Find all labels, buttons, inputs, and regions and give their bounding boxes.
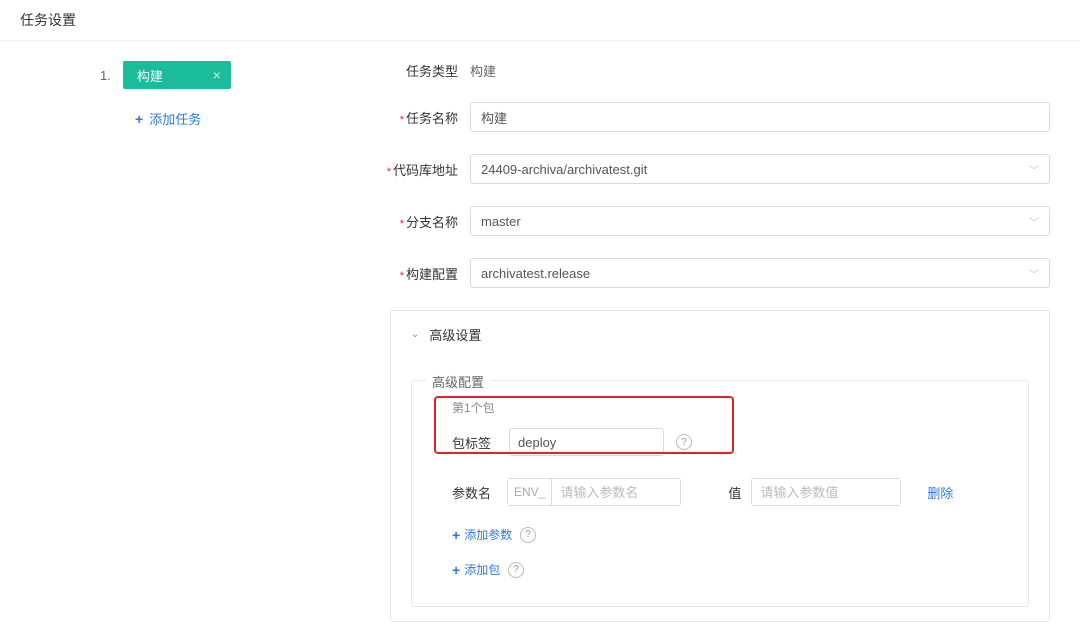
advanced-config-box: 高级配置 第1个包 包标签 ? 参数名 ENV_ 值 删除 (411, 380, 1029, 607)
branch-value: master (481, 214, 521, 229)
label-branch: *分支名称 (340, 212, 470, 231)
param-value-input[interactable] (751, 478, 901, 506)
row-repo: *代码库地址 24409-archiva/archivatest.git ﹀ (340, 154, 1050, 184)
delete-param-button[interactable]: 删除 (927, 483, 953, 502)
advanced-settings-section: ⌄ 高级设置 高级配置 第1个包 包标签 ? 参数名 ENV_ (390, 310, 1050, 622)
help-icon[interactable]: ? (520, 527, 536, 543)
add-package-button[interactable]: + 添加包 (452, 561, 500, 578)
label-param-value: 值 (721, 483, 741, 502)
sidebar: 1. 构建 × + 添加任务 (0, 61, 340, 622)
label-task-name: *任务名称 (340, 108, 470, 127)
param-row: 参数名 ENV_ 值 删除 (452, 478, 1008, 506)
package-index-label: 第1个包 (452, 399, 1008, 416)
label-task-type: 任务类型 (340, 61, 470, 80)
build-config-value: archivatest.release (481, 266, 590, 281)
label-repo: *代码库地址 (340, 160, 470, 179)
row-task-name: *任务名称 (340, 102, 1050, 132)
row-task-type: 任务类型 构建 (340, 61, 1050, 80)
row-branch: *分支名称 master ﹀ (340, 206, 1050, 236)
plus-icon: + (452, 562, 460, 578)
param-name-input-group: ENV_ (507, 478, 681, 506)
build-config-select[interactable]: archivatest.release ﹀ (470, 258, 1050, 288)
advanced-title: 高级设置 (429, 325, 481, 344)
branch-select[interactable]: master ﹀ (470, 206, 1050, 236)
package-tag-row: 包标签 ? (452, 428, 1008, 456)
plus-icon: + (135, 111, 143, 127)
value-task-type: 构建 (470, 61, 496, 80)
content: 1. 构建 × + 添加任务 任务类型 构建 *任务名称 *代码库地址 2440… (0, 41, 1080, 642)
task-name-input[interactable] (470, 102, 1050, 132)
step-chip-label: 构建 (137, 66, 193, 85)
help-icon[interactable]: ? (508, 562, 524, 578)
step-number: 1. (100, 68, 111, 83)
plus-icon: + (452, 527, 460, 543)
repo-select[interactable]: 24409-archiva/archivatest.git ﹀ (470, 154, 1050, 184)
chevron-down-icon: ﹀ (1029, 162, 1039, 177)
param-prefix: ENV_ (507, 478, 551, 506)
advanced-box-title: 高级配置 (426, 372, 490, 391)
close-icon[interactable]: × (213, 67, 221, 83)
step-chip-build[interactable]: 构建 × (123, 61, 231, 89)
label-build-config: *构建配置 (340, 264, 470, 283)
step-row: 1. 构建 × (100, 61, 340, 89)
package-tag-input[interactable] (509, 428, 664, 456)
add-task-label: 添加任务 (149, 109, 201, 128)
help-icon[interactable]: ? (676, 434, 692, 450)
repo-value: 24409-archiva/archivatest.git (481, 162, 647, 177)
add-task-button[interactable]: + 添加任务 (100, 109, 340, 128)
add-param-row: + 添加参数 ? (432, 526, 1008, 543)
advanced-settings-toggle[interactable]: ⌄ 高级设置 (411, 325, 1029, 344)
add-param-button[interactable]: + 添加参数 (452, 526, 512, 543)
page-title: 任务设置 (0, 0, 1080, 41)
chevron-down-icon: ﹀ (1029, 266, 1039, 281)
add-package-label: 添加包 (464, 561, 500, 578)
chevron-down-icon: ⌄ (411, 329, 419, 340)
label-package-tag: 包标签 (452, 433, 497, 452)
add-param-label: 添加参数 (464, 526, 512, 543)
param-name-input[interactable] (551, 478, 681, 506)
add-package-row: + 添加包 ? (452, 561, 1008, 578)
chevron-down-icon: ﹀ (1029, 214, 1039, 229)
main-form: 任务类型 构建 *任务名称 *代码库地址 24409-archiva/archi… (340, 61, 1080, 622)
row-build-config: *构建配置 archivatest.release ﹀ (340, 258, 1050, 288)
label-param-name: 参数名 (452, 483, 497, 502)
